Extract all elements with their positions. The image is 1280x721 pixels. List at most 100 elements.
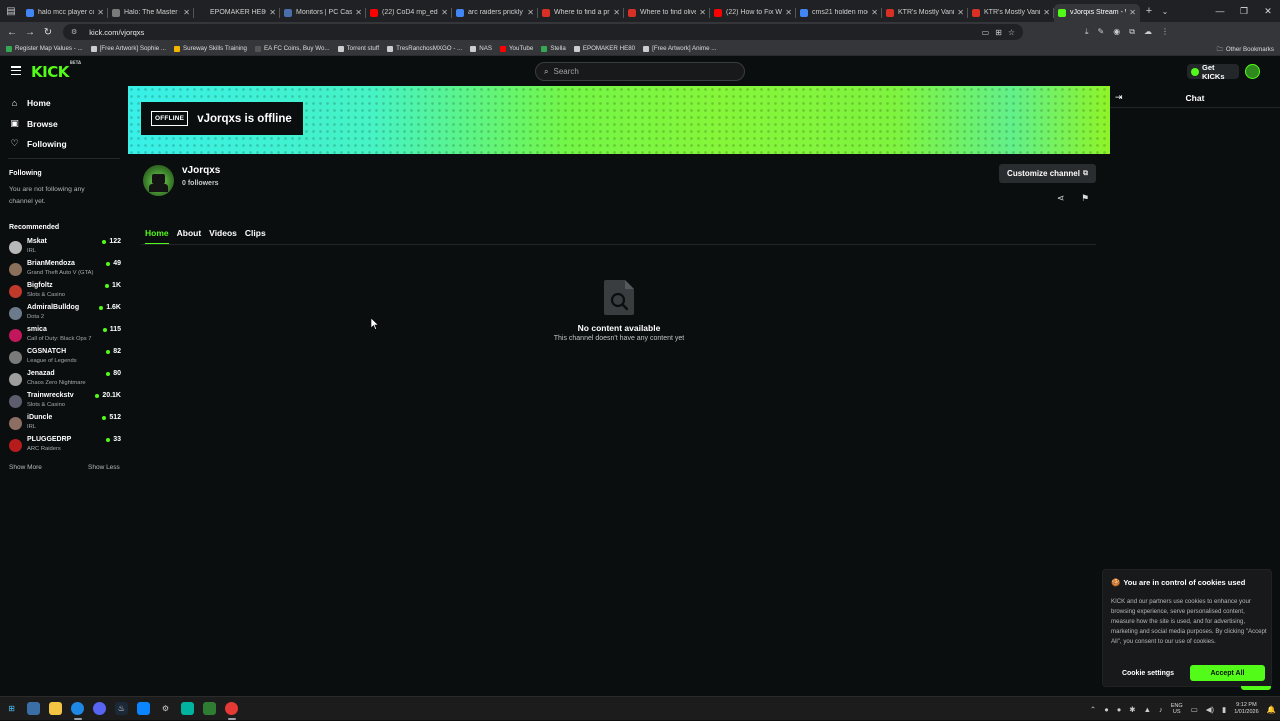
sidebar-item-home[interactable]: ⌂ Home	[10, 98, 51, 108]
recommended-channel[interactable]: AdmiralBulldog Dota 2 1.6K	[9, 304, 121, 324]
bookmark-item[interactable]: EPOMAKER HE80	[573, 45, 635, 52]
notes-icon[interactable]	[203, 702, 216, 715]
security-icon[interactable]	[181, 702, 194, 715]
close-tab-icon[interactable]: ✕	[1129, 8, 1136, 17]
sidebar-item-following[interactable]: ♡ Following	[10, 138, 66, 149]
close-tab-icon[interactable]: ✕	[527, 8, 534, 17]
close-tab-icon[interactable]: ✕	[785, 8, 792, 17]
close-tab-icon[interactable]: ✕	[1043, 8, 1050, 17]
close-tab-icon[interactable]: ✕	[441, 8, 448, 17]
browser-tab[interactable]: Halo: The Master Chief✕	[108, 4, 194, 22]
recommended-channel[interactable]: smica Call of Duty: Black Ops 7 115	[9, 326, 121, 346]
recommended-channel[interactable]: PLUGGEDRP ARC Raiders 33	[9, 436, 121, 456]
bookmark-item[interactable]: YouTube	[500, 45, 533, 52]
browser-tab[interactable]: Where to find olives i✕	[624, 4, 710, 22]
bookmark-item[interactable]: [Free Artwork] Sophie ...	[90, 45, 166, 52]
clock[interactable]: 9:12 PM 1/01/2026	[1234, 702, 1258, 716]
browser-tab[interactable]: vJorqxs Stream - Wat✕	[1054, 3, 1140, 22]
url-field[interactable]: ⚙ kick.com/vjorqxs ▭ ⊞ ☆	[63, 24, 1023, 40]
chrome-icon[interactable]	[225, 702, 238, 715]
close-tab-icon[interactable]: ✕	[871, 8, 878, 17]
cast-icon[interactable]: ▭	[982, 28, 990, 37]
steam-icon[interactable]: ♨	[115, 702, 128, 715]
notification-icon[interactable]: 🔔	[1267, 705, 1276, 714]
discord-icon[interactable]	[93, 702, 106, 715]
settings-icon[interactable]: ⚙	[159, 702, 172, 715]
start-icon[interactable]: ⊞	[5, 702, 18, 715]
share-icon[interactable]: ⋖	[1057, 193, 1065, 204]
recommended-channel[interactable]: Bigfoltz Slots & Casino 1K	[9, 282, 121, 302]
recommended-channel[interactable]: iDuncle IRL 512	[9, 414, 121, 434]
recommended-channel[interactable]: Jenazad Chaos Zero Nightmare 80	[9, 370, 121, 390]
recommended-channel[interactable]: Trainwreckstv Slots & Casino 20.1K	[9, 392, 121, 412]
bookmark-item[interactable]: TresRanchosMXGO - ...	[387, 45, 462, 52]
volume-icon[interactable]: ◀)	[1206, 705, 1214, 714]
microphone-icon[interactable]: ♪	[1159, 705, 1163, 714]
bookmark-item[interactable]: Torrent stuff	[337, 45, 379, 52]
other-bookmarks[interactable]: 🗀 Other Bookmarks	[1217, 42, 1274, 56]
back-icon[interactable]: ←	[3, 27, 21, 38]
tab-videos[interactable]: Videos	[209, 228, 237, 245]
close-tab-icon[interactable]: ✕	[699, 8, 706, 17]
browser-tab[interactable]: (22) How to Fix Washe✕	[710, 4, 796, 22]
close-tab-icon[interactable]: ✕	[355, 8, 362, 17]
user-avatar[interactable]	[1245, 64, 1260, 79]
tray-app-icon[interactable]: ▲	[1144, 705, 1151, 714]
close-tab-icon[interactable]: ✕	[613, 8, 620, 17]
bookmark-star-icon[interactable]: ☆	[1008, 28, 1015, 37]
cloud-icon[interactable]: ☁	[1144, 27, 1152, 37]
extensions-icon[interactable]: ⧉	[1129, 27, 1135, 37]
report-user-icon[interactable]: ⚑	[1081, 193, 1089, 204]
recommended-channel[interactable]: Mskat IRL 122	[9, 238, 121, 258]
sidebar-item-browse[interactable]: ▣ Browse	[10, 118, 57, 129]
minimize-icon[interactable]: —	[1208, 0, 1232, 22]
file-explorer-icon[interactable]	[49, 702, 62, 715]
bookmark-item[interactable]: Stella	[541, 45, 566, 52]
reload-icon[interactable]: ↻	[39, 27, 57, 38]
bookmark-item[interactable]: NAS	[470, 45, 492, 52]
accept-all-button[interactable]: Accept All	[1190, 665, 1265, 681]
bookmark-item[interactable]: EA FC Coins, Buy Wo...	[254, 45, 330, 52]
customize-channel-button[interactable]: Customize channel ⧉	[999, 164, 1096, 183]
restore-icon[interactable]: ❐	[1232, 0, 1256, 22]
cookie-settings-button[interactable]: Cookie settings	[1111, 665, 1185, 681]
bookmark-item[interactable]: [Free Artwork] Anime ...	[643, 45, 716, 52]
menu-icon[interactable]	[11, 66, 21, 75]
browser-tab[interactable]: EPOMAKER HE80 ✕	[194, 4, 280, 22]
show-more-button[interactable]: Show More	[9, 464, 42, 471]
tab-search-icon[interactable]: ▤	[0, 0, 22, 22]
new-tab-button[interactable]: +	[1140, 5, 1158, 17]
browser-tab[interactable]: Where to find a prickl✕	[538, 4, 624, 22]
browser-tab[interactable]: halo mcc player count✕	[22, 4, 108, 22]
show-less-button[interactable]: Show Less	[88, 464, 120, 471]
language-indicator[interactable]: ENG US	[1171, 703, 1183, 715]
install-icon[interactable]: ⊞	[995, 28, 1002, 37]
forward-icon[interactable]: →	[21, 27, 39, 38]
edge-icon[interactable]	[71, 702, 84, 715]
close-tab-icon[interactable]: ✕	[957, 8, 964, 17]
browser-tab[interactable]: KTR's Mostly Vanilla C✕	[968, 4, 1054, 22]
browser-tab[interactable]: KTR's Mostly Vanilla C✕	[882, 4, 968, 22]
network-icon[interactable]: ▭	[1191, 705, 1198, 714]
browser-tab[interactable]: Monitors | PC Case Ge✕	[280, 4, 366, 22]
browser-tab[interactable]: (22) CoD4 mp_edge V✕	[366, 4, 452, 22]
close-window-icon[interactable]: ✕	[1256, 0, 1280, 22]
extension-tool-icon[interactable]: ✎	[1098, 27, 1105, 37]
profile-icon[interactable]: ◉	[1113, 27, 1120, 37]
bookmark-item[interactable]: Register Map Values - ...	[6, 45, 83, 52]
channel-avatar[interactable]	[143, 165, 174, 196]
tray-app-icon[interactable]: ●	[1117, 705, 1122, 714]
photos-icon[interactable]	[137, 702, 150, 715]
close-tab-icon[interactable]: ✕	[97, 8, 104, 17]
browser-menu-icon[interactable]: ⋮	[1161, 27, 1169, 37]
search-input[interactable]: ⌕ Search	[535, 62, 745, 81]
recommended-channel[interactable]: CGSNATCH League of Legends 82	[9, 348, 121, 368]
tab-dropdown-icon[interactable]: ⌄	[1158, 7, 1172, 16]
browser-tab[interactable]: arc raiders prickly pea✕	[452, 4, 538, 22]
close-tab-icon[interactable]: ✕	[183, 8, 190, 17]
copilot-icon[interactable]	[27, 702, 40, 715]
close-tab-icon[interactable]: ✕	[269, 8, 276, 17]
tray-overflow-icon[interactable]: ⌃	[1090, 705, 1096, 714]
get-kicks-button[interactable]: Get KICKs	[1187, 63, 1239, 81]
browser-tab[interactable]: cms21 holden mods✕	[796, 4, 882, 22]
